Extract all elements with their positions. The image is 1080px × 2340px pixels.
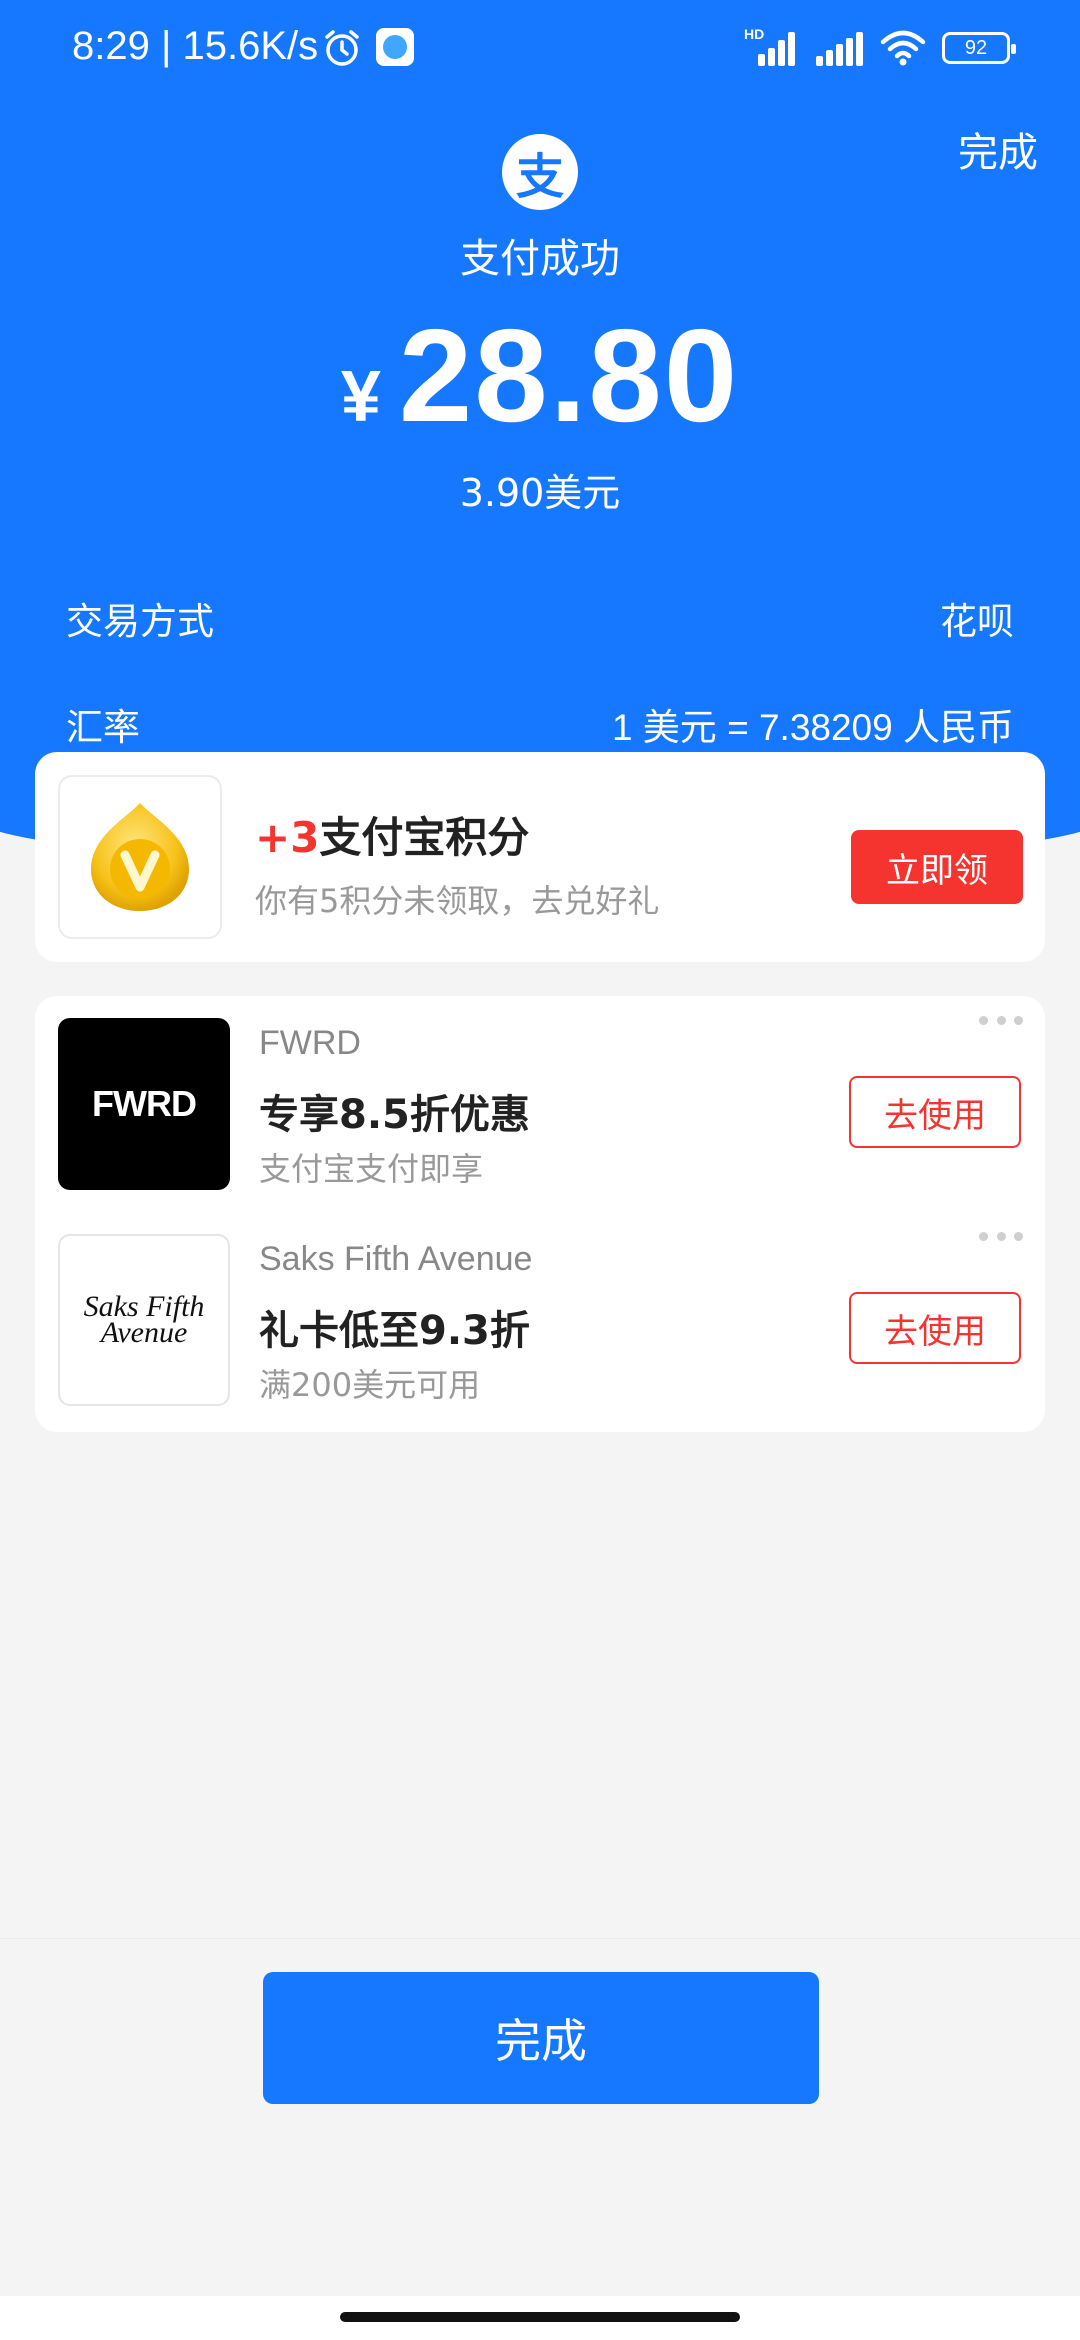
payment-success-screen: 8:29 | 15.6K/s HD 92 完成 支 支付成功 ¥ 28.80 3… [0, 0, 1080, 2340]
coupon-fwrd[interactable]: FWRD FWRD 专享8.5折优惠 支付宝支付即享 去使用 [35, 996, 1045, 1190]
more-options-icon[interactable] [979, 1230, 1023, 1242]
done-button[interactable]: 完成 [263, 1972, 819, 2104]
use-coupon-button[interactable]: 去使用 [849, 1076, 1021, 1148]
use-coupon-button[interactable]: 去使用 [849, 1292, 1021, 1364]
coupons-card: FWRD FWRD 专享8.5折优惠 支付宝支付即享 去使用 Saks Fift… [35, 996, 1045, 1432]
points-title-text: 支付宝积分 [319, 813, 530, 862]
currency-symbol: ¥ [340, 357, 381, 437]
home-indicator[interactable] [340, 2312, 740, 2322]
exchange-rate-row: 汇率 1 美元 = 7.38209 人民币 [66, 694, 1014, 754]
top-done-button[interactable]: 完成 [958, 120, 1038, 178]
coupon-brand: Saks Fifth Avenue [259, 1240, 533, 1278]
alarm-icon [325, 30, 359, 66]
payment-status-title: 支付成功 [460, 236, 620, 282]
points-subtitle: 你有5积分未领取，去兑好礼 [255, 882, 660, 920]
foreign-amount: 3.90美元 [459, 471, 621, 515]
coupon-subtitle: 满200美元可用 [259, 1366, 481, 1404]
payment-method-label: 交易方式 [66, 600, 214, 643]
alipay-logo-icon: 支 [502, 134, 578, 210]
status-indicators: HD 92 [744, 26, 1016, 68]
points-title: +3支付宝积分 [255, 804, 529, 865]
points-coin-box [58, 775, 222, 939]
wifi-icon [880, 30, 926, 66]
coupon-saks[interactable]: Saks Fifth Avenue Saks Fifth Avenue 礼卡低至… [35, 1212, 1045, 1406]
more-options-icon[interactable] [979, 1014, 1023, 1026]
fwrd-logo: FWRD [58, 1018, 230, 1190]
signal-icon [812, 30, 864, 66]
payment-amount: ¥ 28.80 [0, 300, 1080, 451]
signal-hd-icon: HD [744, 26, 796, 66]
exchange-rate-value: 1 美元 = 7.38209 人民币 [611, 707, 1014, 748]
exchange-rate-label: 汇率 [66, 706, 140, 749]
amount-value: 28.80 [398, 302, 740, 449]
gold-coin-icon [91, 803, 189, 911]
payment-method-row: 交易方式 花呗 [66, 588, 1014, 648]
battery-icon: 92 [942, 32, 1016, 64]
saks-logo: Saks Fifth Avenue [58, 1234, 230, 1406]
points-card: +3支付宝积分 你有5积分未领取，去兑好礼 立即领 [35, 752, 1045, 962]
status-bar: 8:29 | 15.6K/s HD 92 [0, 0, 1080, 96]
coupon-title: 礼卡低至9.3折 [259, 1308, 530, 1354]
status-time: 8:29 | 15.6K/s [72, 24, 319, 68]
coupon-title: 专享8.5折优惠 [259, 1092, 530, 1138]
claim-points-button[interactable]: 立即领 [851, 830, 1023, 904]
app-notification-icon [376, 28, 414, 66]
coupon-subtitle: 支付宝支付即享 [259, 1150, 484, 1188]
payment-method-value: 花呗 [940, 600, 1014, 643]
points-plus: +3 [255, 813, 320, 862]
coupon-brand: FWRD [259, 1024, 361, 1062]
battery-level: 92 [964, 36, 988, 59]
